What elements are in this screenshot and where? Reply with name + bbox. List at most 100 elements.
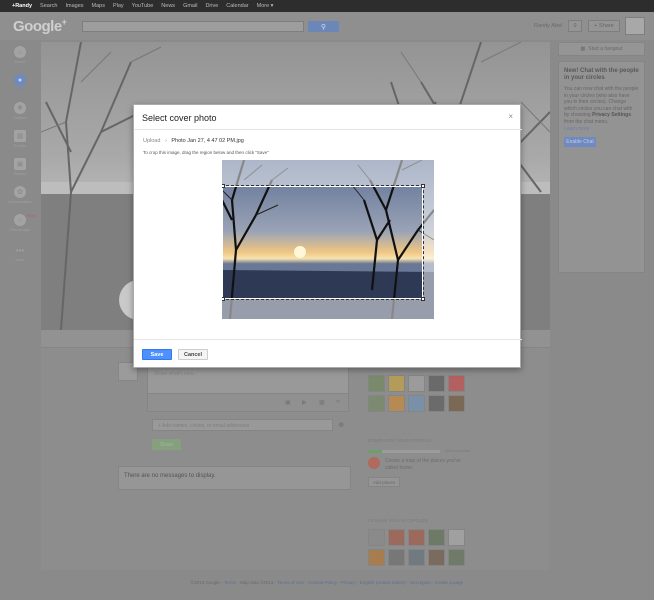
close-icon[interactable]: × [508, 112, 513, 121]
save-button[interactable]: Save [142, 349, 172, 360]
topbar-link-search[interactable]: Search [40, 3, 57, 9]
thumbnail[interactable] [428, 395, 445, 412]
thumbnail[interactable] [428, 375, 445, 392]
nav-item-communities[interactable]: ✿ Communities [0, 186, 40, 214]
share-post-button[interactable]: Share [152, 439, 181, 450]
enable-chat-button[interactable]: Enable Chat [564, 137, 596, 147]
link-icon[interactable]: ∞ [336, 399, 340, 405]
topbar-link-me[interactable]: +Randy [12, 3, 32, 9]
thumbnail[interactable] [368, 529, 385, 546]
crop-mask [423, 186, 434, 299]
nav-item-explore[interactable]: ✺ Explore [0, 102, 40, 130]
share-box[interactable]: Share what's new... [147, 364, 349, 394]
topbar-link-more[interactable]: More ▾ [257, 3, 274, 9]
breadcrumb: Upload › Photo Jan 27, 4 47 02 PM.jpg [143, 138, 244, 144]
search-button[interactable]: ⚲ [308, 21, 339, 32]
footer: ©2013 Google - Terms - Map data ©2013 - … [190, 580, 464, 585]
progress-label: 20% complete [445, 448, 471, 453]
topbar-link-news[interactable]: News [161, 3, 175, 9]
footer-link-terms[interactable]: Terms [224, 580, 236, 585]
nav-item-more[interactable]: ••• More [0, 244, 40, 272]
crop-handle-top-left[interactable] [222, 184, 225, 188]
crop-selection[interactable] [222, 185, 424, 300]
thumbnail[interactable] [408, 395, 425, 412]
crop-handle-bottom-left[interactable] [222, 297, 225, 301]
add-names-input[interactable]: + Add names, circles, or email addresses [152, 419, 333, 431]
search-icon: ⚲ [320, 23, 327, 31]
avatar[interactable] [625, 17, 645, 35]
crop-mask [222, 160, 434, 186]
explore-icon: ✺ [14, 102, 26, 114]
topbar-link-maps[interactable]: Maps [92, 3, 105, 9]
nav-item-home[interactable]: ⌂ Home [0, 46, 40, 74]
footer-link-content-policy[interactable]: Content Policy [308, 580, 337, 585]
crop-handle-top-right[interactable] [421, 184, 425, 188]
thumbnail[interactable] [428, 549, 445, 566]
topbar-link-images[interactable]: Images [65, 3, 83, 9]
person-icon[interactable]: ☻ [337, 420, 345, 429]
video-icon[interactable]: ▶ [302, 399, 307, 406]
thumbnail[interactable] [448, 529, 465, 546]
footer-link-language[interactable]: English (United States) [360, 580, 406, 585]
start-hangout-button[interactable]: ▩ Start a hangout [558, 42, 645, 56]
left-nav: ⌂ Home ● Profile ✺ Explore ▦ Events ▣ Ph… [0, 40, 40, 280]
thumbnail[interactable] [448, 549, 465, 566]
topbar-link-calendar[interactable]: Calendar [226, 3, 248, 9]
complete-profile-heading: COMPLETE YOUR PROFILE [368, 438, 432, 443]
learn-more-link[interactable]: Learn more [564, 126, 639, 132]
post-tools: ▣ ▶ ▦ ∞ [147, 394, 349, 412]
event-icon[interactable]: ▦ [319, 399, 325, 406]
google-plus-logo[interactable]: Google+ [13, 17, 67, 35]
thumbnail[interactable] [448, 395, 465, 412]
thumbnail[interactable] [368, 395, 385, 412]
map-pin-icon [368, 457, 380, 469]
dialog-title: Select cover photo [142, 113, 217, 123]
profile-progress-bar [368, 450, 440, 453]
thumbnail[interactable] [428, 529, 445, 546]
thumbnail[interactable] [408, 529, 425, 546]
thumbnail[interactable] [368, 375, 385, 392]
thumbnail[interactable] [448, 375, 465, 392]
footer-map-data: Map data ©2013 [240, 580, 274, 585]
footer-link-terms-of-use[interactable]: Terms of Use [277, 580, 304, 585]
topbar-link-gmail[interactable]: Gmail [183, 3, 197, 9]
camera-icon[interactable]: ▣ [285, 399, 291, 406]
nav-item-profile[interactable]: ● Profile [0, 74, 40, 102]
footer-link-create-page[interactable]: Create a page [435, 580, 464, 585]
nav-item-find-people[interactable]: ☆ Find people NEW [0, 214, 40, 242]
chat-title: New! Chat with the people in your circle… [564, 68, 639, 81]
footer-link-privacy[interactable]: Privacy [341, 580, 356, 585]
topbar-link-play[interactable]: Play [113, 3, 124, 9]
thumbnail[interactable] [388, 549, 405, 566]
breadcrumb-upload[interactable]: Upload [143, 138, 160, 144]
crop-handle-bottom-right[interactable] [421, 297, 425, 301]
thumbnail[interactable] [388, 375, 405, 392]
search-input[interactable] [82, 21, 304, 32]
nav-item-events[interactable]: ▦ Events [0, 130, 40, 158]
notifications-button[interactable]: 0 [568, 20, 582, 32]
topbar-link-youtube[interactable]: YouTube [132, 3, 154, 9]
thumbnail[interactable] [408, 375, 425, 392]
in-circles-heading: 22 HAVE YOU IN CIRCLES [368, 518, 429, 523]
nav-item-photos[interactable]: ▣ Photos [0, 158, 40, 186]
top-bar: +Randy Search Images Maps Play YouTube N… [0, 0, 654, 12]
crop-area[interactable] [222, 160, 434, 319]
share-button[interactable]: + Share [588, 20, 620, 32]
photos-icon: ▣ [14, 158, 26, 170]
home-icon: ⌂ [14, 46, 26, 58]
header: Google+ ⚲ Randy Abel 0 + Share [0, 12, 654, 40]
share-box-placeholder: Share what's new... [154, 371, 198, 377]
thumbnail[interactable] [408, 549, 425, 566]
new-badge: NEW [27, 214, 36, 218]
add-places-button[interactable]: Add places [368, 477, 400, 487]
topbar-link-drive[interactable]: Drive [205, 3, 218, 9]
thumbnail[interactable] [388, 529, 405, 546]
map-text: Create a map of the places you've called… [385, 458, 461, 471]
user-name[interactable]: Randy Abel [534, 23, 562, 29]
thumbnail[interactable] [368, 549, 385, 566]
divider [134, 339, 522, 340]
cancel-button[interactable]: Cancel [178, 349, 208, 360]
breadcrumb-current-file: Photo Jan 27, 4 47 02 PM.jpg [171, 138, 244, 144]
thumbnail[interactable] [388, 395, 405, 412]
footer-link-region[interactable]: Get region [410, 580, 431, 585]
